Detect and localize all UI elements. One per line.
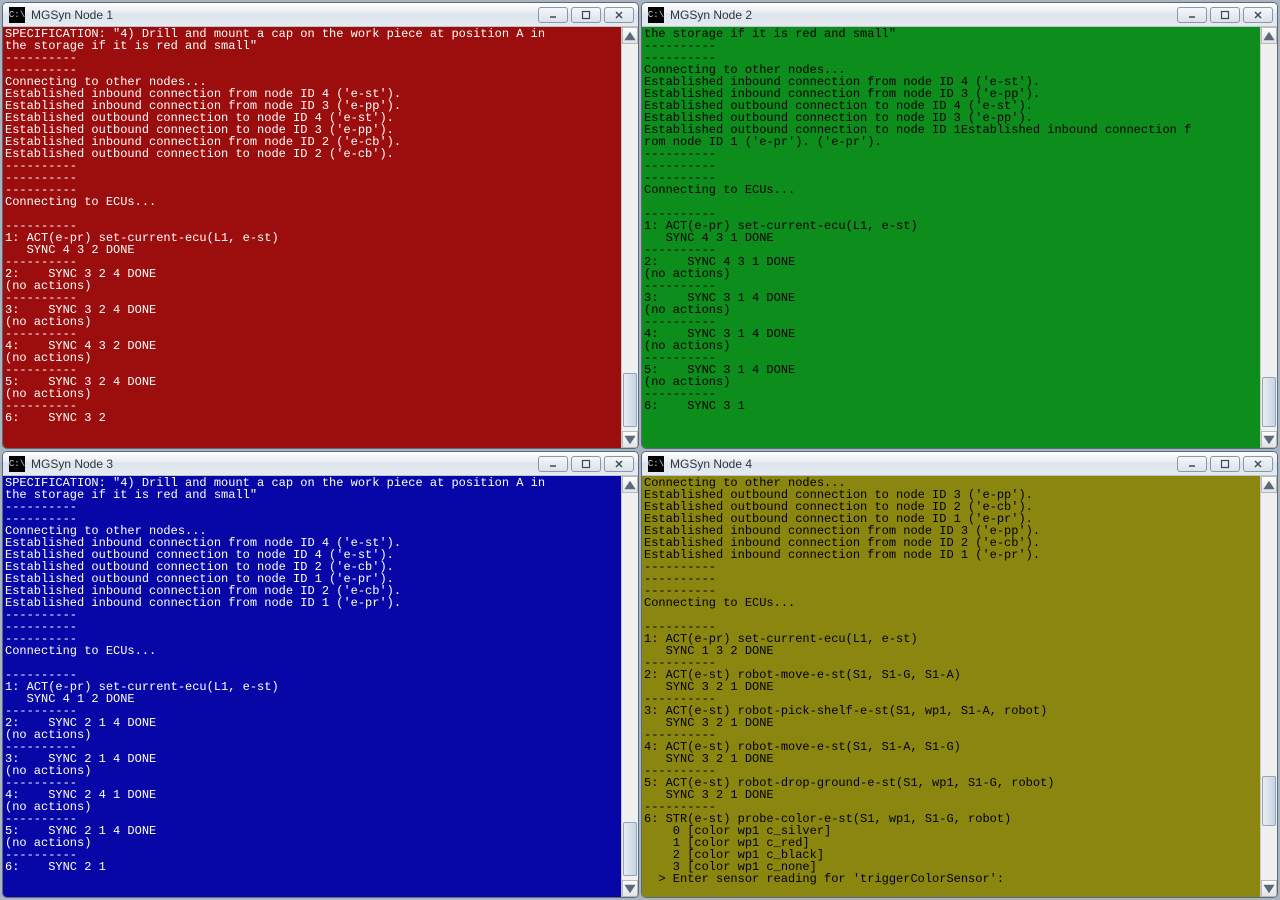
scrollbar[interactable]: [1260, 476, 1277, 897]
cmd-icon: C:\: [648, 456, 664, 472]
scrollbar[interactable]: [1260, 27, 1277, 448]
titlebar[interactable]: C:\ MGSyn Node 2: [642, 3, 1277, 27]
titlebar-buttons: [1177, 7, 1273, 23]
scroll-thumb[interactable]: [1262, 776, 1276, 826]
minimize-button[interactable]: [538, 456, 568, 472]
scrollbar[interactable]: [621, 27, 638, 448]
close-button[interactable]: [1243, 7, 1273, 23]
scroll-down-button[interactable]: [622, 880, 638, 897]
window-title: MGSyn Node 1: [31, 8, 538, 22]
titlebar[interactable]: C:\ MGSyn Node 3: [3, 452, 638, 476]
scroll-thumb[interactable]: [1262, 377, 1276, 427]
close-button[interactable]: [1243, 456, 1273, 472]
maximize-button[interactable]: [571, 7, 601, 23]
window-title: MGSyn Node 2: [670, 8, 1177, 22]
window-title: MGSyn Node 4: [670, 457, 1177, 471]
console-output: SPECIFICATION: "4) Drill and mount a cap…: [3, 27, 621, 448]
minimize-button[interactable]: [538, 7, 568, 23]
titlebar-buttons: [538, 7, 634, 23]
console-area: the storage if it is red and small" ----…: [642, 27, 1277, 448]
cmd-icon: C:\: [9, 456, 25, 472]
maximize-button[interactable]: [571, 456, 601, 472]
titlebar[interactable]: C:\ MGSyn Node 4: [642, 452, 1277, 476]
scroll-down-button[interactable]: [1261, 880, 1277, 897]
maximize-button[interactable]: [1210, 456, 1240, 472]
console-area: SPECIFICATION: "4) Drill and mount a cap…: [3, 27, 638, 448]
console-area: SPECIFICATION: "4) Drill and mount a cap…: [3, 476, 638, 897]
window-node4: C:\ MGSyn Node 4 Connecting to other nod…: [641, 451, 1278, 898]
titlebar-buttons: [1177, 456, 1273, 472]
scroll-track[interactable]: [1261, 493, 1277, 880]
scroll-thumb[interactable]: [623, 822, 637, 876]
scroll-up-button[interactable]: [622, 476, 638, 493]
window-node3: C:\ MGSyn Node 3 SPECIFICATION: "4) Dril…: [2, 451, 639, 898]
scrollbar[interactable]: [621, 476, 638, 897]
scroll-up-button[interactable]: [622, 27, 638, 44]
close-button[interactable]: [604, 456, 634, 472]
window-node2: C:\ MGSyn Node 2 the storage if it is re…: [641, 2, 1278, 449]
console-output: the storage if it is red and small" ----…: [642, 27, 1260, 448]
scroll-thumb[interactable]: [623, 373, 637, 427]
close-button[interactable]: [604, 7, 634, 23]
minimize-button[interactable]: [1177, 7, 1207, 23]
minimize-button[interactable]: [1177, 456, 1207, 472]
console-output: Connecting to other nodes... Established…: [642, 476, 1260, 897]
cmd-icon: C:\: [648, 7, 664, 23]
scroll-track[interactable]: [622, 44, 638, 431]
scroll-down-button[interactable]: [1261, 431, 1277, 448]
maximize-button[interactable]: [1210, 7, 1240, 23]
scroll-track[interactable]: [622, 493, 638, 880]
scroll-down-button[interactable]: [622, 431, 638, 448]
window-node1: C:\ MGSyn Node 1 SPECIFICATION: "4) Dril…: [2, 2, 639, 449]
cmd-icon: C:\: [9, 7, 25, 23]
scroll-up-button[interactable]: [1261, 476, 1277, 493]
window-title: MGSyn Node 3: [31, 457, 538, 471]
console-area: Connecting to other nodes... Established…: [642, 476, 1277, 897]
console-output: SPECIFICATION: "4) Drill and mount a cap…: [3, 476, 621, 897]
titlebar-buttons: [538, 456, 634, 472]
scroll-up-button[interactable]: [1261, 27, 1277, 44]
titlebar[interactable]: C:\ MGSyn Node 1: [3, 3, 638, 27]
scroll-track[interactable]: [1261, 44, 1277, 431]
